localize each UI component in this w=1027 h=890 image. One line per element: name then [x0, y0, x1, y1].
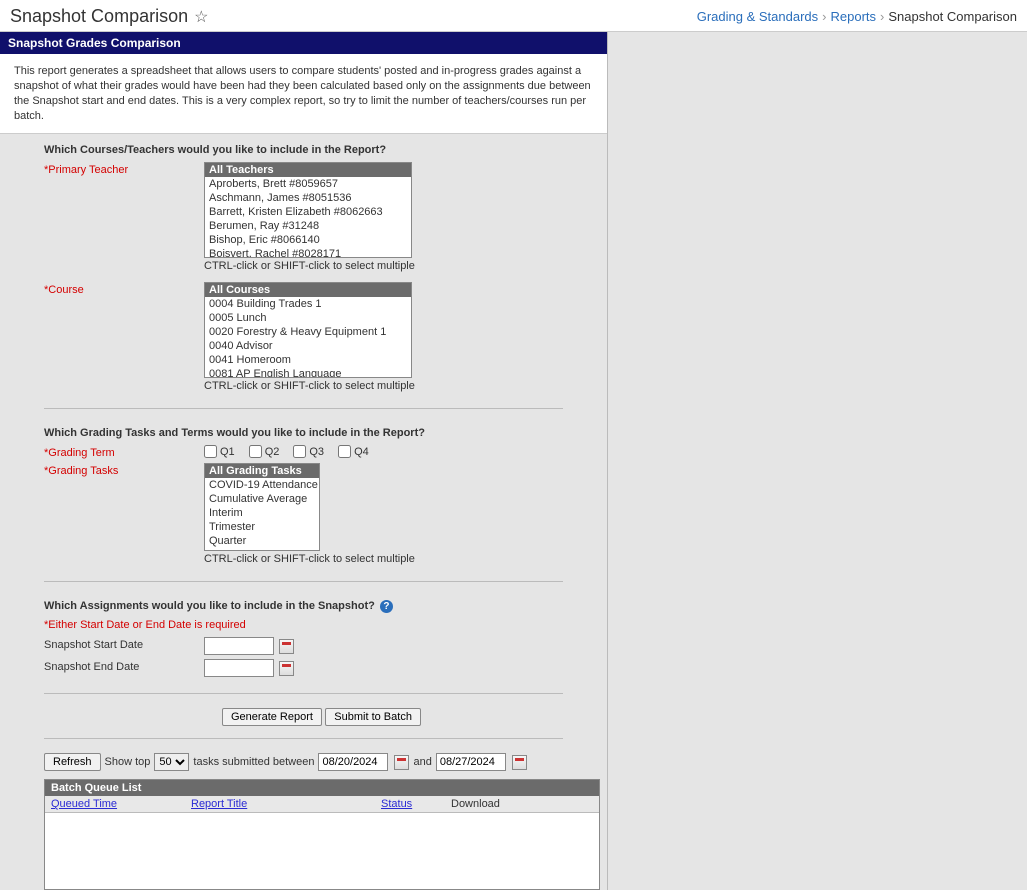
list-item[interactable]: Boisvert, Rachel #8028171 [205, 247, 411, 258]
col-download: Download [445, 796, 599, 812]
term-q1-checkbox[interactable]: Q1 [204, 445, 235, 458]
calendar-icon[interactable] [279, 639, 294, 654]
list-item[interactable]: 0004 Building Trades 1 [205, 297, 411, 311]
divider [44, 408, 563, 409]
list-item[interactable]: All Teachers [205, 163, 411, 177]
col-report-title[interactable]: Report Title [185, 796, 375, 812]
list-item[interactable]: 0020 Forestry & Heavy Equipment 1 [205, 325, 411, 339]
between-label: tasks submitted between [193, 756, 314, 768]
col-status[interactable]: Status [375, 796, 445, 812]
list-item[interactable]: 0081 AP English Language [205, 367, 411, 378]
refresh-button[interactable]: Refresh [44, 753, 101, 771]
primary-teacher-listbox[interactable]: All Teachers Aproberts, Brett #8059657 A… [204, 162, 412, 258]
list-item[interactable]: 0041 Homeroom [205, 353, 411, 367]
list-item[interactable]: Bishop, Eric #8066140 [205, 233, 411, 247]
divider [44, 738, 563, 739]
divider [44, 693, 563, 694]
page-title: Snapshot Comparison ☆ [10, 6, 208, 27]
panel-title-bar: Snapshot Grades Comparison [0, 32, 607, 54]
list-item[interactable]: Quarter [205, 534, 319, 548]
grading-tasks-label: *Grading Tasks [44, 463, 204, 477]
list-item[interactable]: COVID-19 Attendance [205, 478, 319, 492]
filter-date-end-input[interactable] [436, 753, 506, 771]
list-item[interactable]: All Courses [205, 283, 411, 297]
batch-queue-title: Batch Queue List [45, 780, 599, 796]
list-item[interactable]: Final Exam [205, 548, 319, 551]
col-queued-time[interactable]: Queued Time [45, 796, 185, 812]
term-q4-checkbox[interactable]: Q4 [338, 445, 369, 458]
show-top-select[interactable]: 50 [154, 753, 189, 771]
term-q2-checkbox[interactable]: Q2 [249, 445, 280, 458]
snapshot-end-input[interactable] [204, 659, 274, 677]
show-top-label: Show top [105, 756, 151, 768]
generate-report-button[interactable]: Generate Report [222, 708, 322, 726]
and-label: and [413, 756, 431, 768]
course-label: *Course [44, 282, 204, 296]
calendar-icon[interactable] [394, 755, 409, 770]
breadcrumb-l1[interactable]: Grading & Standards [697, 9, 818, 24]
grading-term-label: *Grading Term [44, 445, 204, 459]
list-item[interactable]: Cumulative Average [205, 492, 319, 506]
snapshot-start-input[interactable] [204, 637, 274, 655]
filter-date-start-input[interactable] [318, 753, 388, 771]
list-item[interactable]: 0040 Advisor [205, 339, 411, 353]
list-item[interactable]: Trimester [205, 520, 319, 534]
breadcrumb-l3: Snapshot Comparison [888, 9, 1017, 24]
list-item[interactable]: Interim [205, 506, 319, 520]
breadcrumb: Grading & Standards › Reports › Snapshot… [697, 9, 1017, 24]
section3-heading: Which Assignments would you like to incl… [44, 600, 563, 613]
grading-term-checkboxes: Q1 Q2 Q3 Q4 [204, 445, 563, 458]
divider [44, 581, 563, 582]
calendar-icon[interactable] [512, 755, 527, 770]
batch-queue-table: Batch Queue List Queued Time Report Titl… [44, 779, 600, 890]
list-item[interactable]: Berumen, Ray #31248 [205, 219, 411, 233]
term-q3-checkbox[interactable]: Q3 [293, 445, 324, 458]
list-item[interactable]: Barrett, Kristen Elizabeth #8062663 [205, 205, 411, 219]
snapshot-start-label: Snapshot Start Date [44, 637, 204, 651]
submit-to-batch-button[interactable]: Submit to Batch [325, 708, 421, 726]
date-required-note: *Either Start Date or End Date is requir… [44, 619, 563, 631]
section1-heading: Which Courses/Teachers would you like to… [44, 144, 563, 156]
primary-teacher-label: *Primary Teacher [44, 162, 204, 176]
multi-select-hint: CTRL-click or SHIFT-click to select mult… [204, 380, 563, 392]
calendar-icon[interactable] [279, 661, 294, 676]
grading-tasks-listbox[interactable]: All Grading Tasks COVID-19 Attendance Cu… [204, 463, 320, 551]
snapshot-end-label: Snapshot End Date [44, 659, 204, 673]
page-title-text: Snapshot Comparison [10, 6, 188, 27]
multi-select-hint: CTRL-click or SHIFT-click to select mult… [204, 260, 563, 272]
list-item[interactable]: Aproberts, Brett #8059657 [205, 177, 411, 191]
multi-select-hint: CTRL-click or SHIFT-click to select mult… [204, 553, 563, 565]
chevron-right-icon: › [822, 9, 826, 24]
breadcrumb-l2[interactable]: Reports [830, 9, 876, 24]
list-item[interactable]: Aschmann, James #8051536 [205, 191, 411, 205]
chevron-right-icon: › [880, 9, 884, 24]
list-item[interactable]: All Grading Tasks [205, 464, 319, 478]
intro-text: This report generates a spreadsheet that… [0, 54, 607, 134]
section2-heading: Which Grading Tasks and Terms would you … [44, 427, 563, 439]
star-icon[interactable]: ☆ [194, 7, 208, 27]
help-icon[interactable]: ? [380, 600, 393, 613]
course-listbox[interactable]: All Courses 0004 Building Trades 1 0005 … [204, 282, 412, 378]
list-item[interactable]: 0005 Lunch [205, 311, 411, 325]
